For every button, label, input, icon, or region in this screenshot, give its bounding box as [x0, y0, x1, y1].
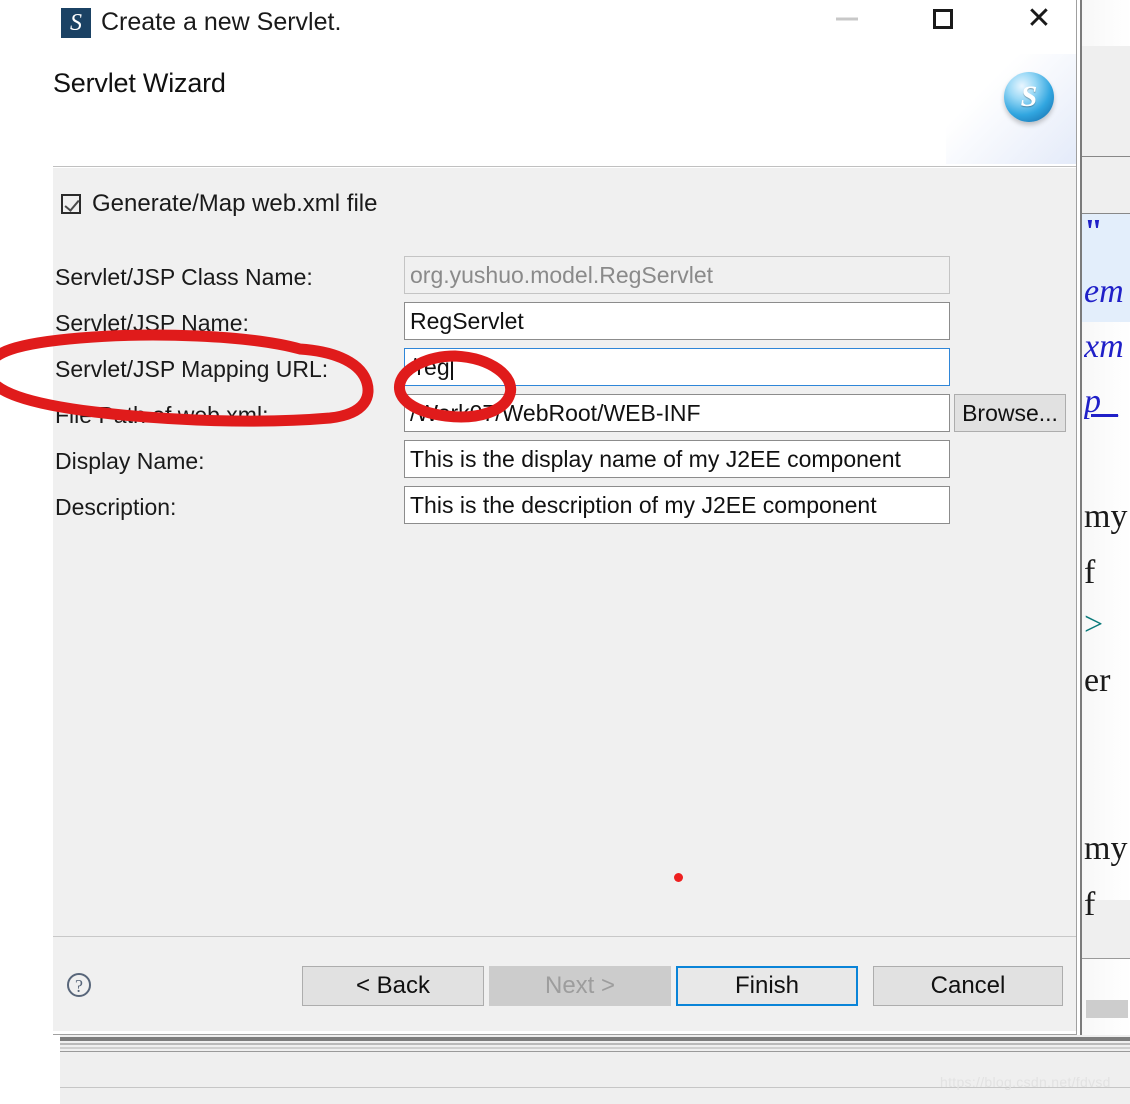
help-icon[interactable]: ?	[67, 973, 91, 997]
label-servlet-name: Servlet/JSP Name:	[55, 310, 249, 336]
browse-button[interactable]: Browse...	[954, 394, 1066, 432]
label-mapping-url: Servlet/JSP Mapping URL:	[55, 356, 329, 382]
editor-code-fragment: "	[1084, 215, 1103, 249]
dialog-footer: ? < Back Next > Finish Cancel	[53, 937, 1076, 1031]
editor-code-fragment: f	[1084, 888, 1096, 922]
editor-code-fragment: em	[1084, 275, 1124, 309]
editor-code-fragment: er	[1084, 664, 1111, 698]
text-cursor	[450, 355, 453, 380]
generate-webxml-label: Generate/Map web.xml file	[92, 190, 378, 217]
form-row-webxml-path: File Path of web.xml: /Work07/WebRoot/WE…	[53, 394, 1076, 440]
input-webxml-path[interactable]: /Work07/WebRoot/WEB-INF	[404, 394, 950, 432]
editor-code-fragment: my	[1084, 832, 1128, 866]
divider	[60, 1047, 1130, 1049]
dialog-body: Generate/Map web.xml file Servlet/JSP Cl…	[53, 167, 1076, 940]
generate-webxml-checkbox-row[interactable]: Generate/Map web.xml file	[61, 190, 377, 218]
maximize-icon	[933, 9, 953, 29]
label-class-name: Servlet/JSP Class Name:	[55, 264, 313, 290]
ide-panel-row[interactable]	[1082, 46, 1130, 157]
wizard-heading: Servlet Wizard	[53, 68, 226, 98]
form-row-description: Description: This is the description of …	[53, 486, 1076, 532]
ide-left-blank-area	[0, 1035, 60, 1104]
label-display-name: Display Name:	[55, 448, 205, 474]
editor-scrollbar-thumb[interactable]	[1086, 1000, 1128, 1018]
label-description: Description:	[55, 494, 177, 520]
watermark: https://blog.csdn.net/fdvsd	[940, 1074, 1111, 1090]
form-row-servlet-name: Servlet/JSP Name: RegServlet	[53, 302, 1076, 348]
editor-code-fragment[interactable]: p_	[1084, 385, 1130, 419]
servlet-form: Servlet/JSP Class Name: org.yushuo.model…	[53, 256, 1076, 532]
input-description[interactable]: This is the description of my J2EE compo…	[404, 486, 950, 524]
checkbox-checked-icon[interactable]	[61, 194, 81, 214]
servlet-wizard-dialog: S Create a new Servlet. ✕ Servlet Wizard…	[53, 0, 1077, 1035]
label-webxml-path: File Path of web.xml:	[55, 402, 269, 428]
editor-code-fragment: >	[1084, 608, 1104, 642]
divider	[60, 1043, 1130, 1045]
close-icon: ✕	[1026, 1, 1052, 36]
divider	[60, 1037, 1130, 1041]
divider	[60, 1051, 1130, 1052]
maximize-button[interactable]	[905, 0, 981, 42]
ide-bottom-panel	[60, 1035, 1130, 1104]
back-button[interactable]: < Back	[302, 966, 484, 1006]
next-button: Next >	[489, 966, 671, 1006]
servlet-banner-icon	[1004, 72, 1054, 122]
input-mapping-url[interactable]: /reg	[404, 348, 950, 386]
minimize-icon	[836, 17, 858, 21]
close-button[interactable]: ✕	[1001, 0, 1077, 42]
editor-code-fragment: xm	[1084, 330, 1124, 364]
input-servlet-name[interactable]: RegServlet	[404, 302, 950, 340]
dialog-title: Create a new Servlet.	[101, 8, 342, 36]
dialog-titlebar[interactable]: S Create a new Servlet. ✕	[53, 0, 1076, 54]
finish-button[interactable]: Finish	[676, 966, 858, 1006]
input-display-name[interactable]: This is the display name of my J2EE comp…	[404, 440, 950, 478]
editor-code-fragment: my	[1084, 500, 1128, 534]
servlet-app-icon: S	[61, 8, 91, 38]
cancel-button[interactable]: Cancel	[873, 966, 1063, 1006]
wizard-header: Servlet Wizard	[53, 54, 1076, 167]
input-mapping-url-value: /reg	[410, 354, 450, 380]
form-row-display-name: Display Name: This is the display name o…	[53, 440, 1076, 486]
minimize-button[interactable]	[809, 0, 885, 42]
editor-code-fragment: f	[1084, 556, 1096, 590]
form-row-class-name: Servlet/JSP Class Name: org.yushuo.model…	[53, 256, 1076, 302]
input-class-name[interactable]: org.yushuo.model.RegServlet	[404, 256, 950, 294]
ide-panel-row[interactable]	[1082, 157, 1130, 214]
red-dot-annotation	[674, 873, 683, 882]
form-row-mapping-url: Servlet/JSP Mapping URL: /reg	[53, 348, 1076, 394]
